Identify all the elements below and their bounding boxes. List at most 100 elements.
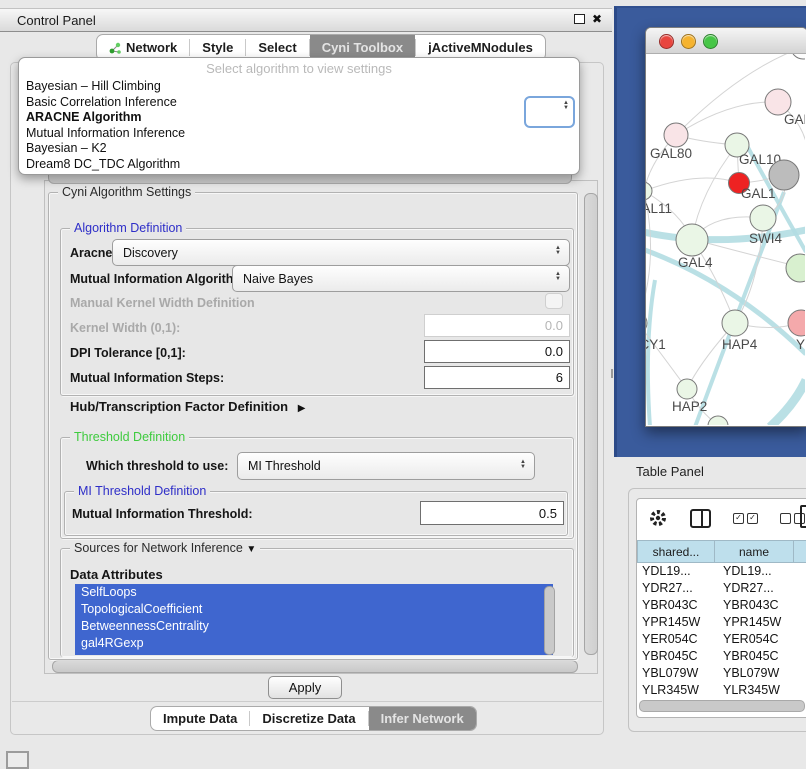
hub-section-toggle[interactable]: Hub/Transcription Factor Definition ▶ bbox=[70, 399, 305, 414]
dropdown-placeholder: Select algorithm to view settings bbox=[19, 58, 579, 79]
sources-toggle[interactable]: Sources for Network Inference ▼ bbox=[70, 541, 260, 555]
algorithm-option[interactable]: Mutual Information Inference bbox=[19, 126, 579, 142]
table-horizontal-scrollbar[interactable] bbox=[639, 700, 805, 712]
mi-steps-label: Mutual Information Steps: bbox=[70, 371, 224, 385]
tab-label: Select bbox=[258, 40, 296, 55]
tab-label: Infer Network bbox=[381, 711, 464, 726]
split-columns-icon[interactable] bbox=[690, 509, 711, 528]
network-node[interactable] bbox=[788, 310, 805, 336]
table-row[interactable]: YDR27...YDR27...12 bbox=[637, 580, 806, 597]
network-node[interactable] bbox=[750, 205, 776, 231]
gear-icon[interactable] bbox=[648, 508, 668, 528]
tab-label: Cyni Toolbox bbox=[322, 40, 403, 55]
table-cell: YLR345W bbox=[637, 682, 718, 699]
algorithm-option[interactable]: ARACNE Algorithm bbox=[19, 110, 579, 126]
table-row[interactable]: YPR145WYPR145W9. bbox=[637, 614, 806, 631]
vertical-scrollbar[interactable] bbox=[584, 193, 598, 655]
select-all-columns-icon[interactable]: ✓ ✓ bbox=[733, 513, 758, 524]
algorithm-option[interactable]: Bayesian – K2 bbox=[19, 141, 579, 157]
combo-stepper-icon: ▲▼ bbox=[555, 246, 561, 256]
table-cell: 8. bbox=[801, 631, 806, 648]
expanded-arrow-icon: ▼ bbox=[246, 544, 256, 555]
mi-steps-field[interactable] bbox=[424, 366, 570, 389]
combo-stepper-icon: ▲▼ bbox=[555, 272, 561, 282]
dock-icon[interactable] bbox=[6, 751, 29, 769]
network-node[interactable] bbox=[786, 254, 805, 282]
tab-discretize-data[interactable]: Discretize Data bbox=[250, 707, 367, 730]
float-panel-icon[interactable] bbox=[574, 14, 585, 24]
document-icon[interactable] bbox=[800, 505, 806, 528]
network-edge[interactable] bbox=[646, 322, 687, 389]
close-window-icon[interactable] bbox=[659, 34, 674, 49]
node-label: GAL11 bbox=[646, 201, 672, 216]
table-cell: YDL19... bbox=[718, 563, 801, 580]
network-node[interactable] bbox=[646, 312, 647, 334]
column-header[interactable] bbox=[794, 540, 806, 563]
table-cell: YBR045C bbox=[718, 648, 801, 665]
kernel-width-field[interactable] bbox=[424, 314, 570, 337]
table-row[interactable]: YBR045CYBR045C9. bbox=[637, 648, 806, 665]
table-cell bbox=[801, 665, 806, 682]
network-node[interactable] bbox=[676, 224, 708, 256]
network-node[interactable] bbox=[722, 310, 748, 336]
network-node[interactable] bbox=[646, 182, 652, 200]
tab-infer-network[interactable]: Infer Network bbox=[369, 707, 476, 730]
table-cell: YPR145W bbox=[637, 614, 718, 631]
table-cell: YDR27... bbox=[718, 580, 801, 597]
table-row[interactable]: YER054CYER054C8. bbox=[637, 631, 806, 648]
dpi-tolerance-field[interactable] bbox=[424, 340, 570, 363]
collapsed-arrow-icon: ▶ bbox=[298, 403, 306, 414]
manual-kernel-checkbox[interactable] bbox=[545, 293, 563, 309]
network-node[interactable] bbox=[677, 379, 697, 399]
table-row[interactable]: YLR345WYLR345W9. bbox=[637, 682, 806, 699]
network-node[interactable] bbox=[664, 123, 688, 147]
network-node[interactable] bbox=[791, 54, 805, 59]
aracne-mode-value: Discovery bbox=[123, 246, 569, 260]
attribute-item[interactable]: SelfLoops bbox=[75, 584, 553, 601]
close-panel-icon[interactable]: ✖ bbox=[592, 13, 602, 25]
column-header[interactable]: shared... bbox=[637, 540, 715, 563]
table-cell: YBL079W bbox=[718, 665, 801, 682]
algorithm-option[interactable]: Dream8 DC_TDC Algorithm bbox=[19, 157, 579, 173]
attribute-item[interactable]: TopologicalCoefficient bbox=[75, 601, 553, 618]
mi-threshold-field[interactable] bbox=[420, 501, 564, 525]
node-label: HAP2 bbox=[672, 399, 707, 414]
algorithm-combo-fragment[interactable]: ▲▼ bbox=[524, 96, 575, 128]
column-header[interactable]: name bbox=[715, 540, 794, 563]
network-window-titlebar[interactable] bbox=[646, 28, 806, 54]
control-panel-titlebar: Control Panel ✖ bbox=[0, 8, 612, 32]
attribute-item[interactable]: gal4RGexp bbox=[75, 635, 553, 652]
zoom-window-icon[interactable] bbox=[703, 34, 718, 49]
mi-type-combo[interactable]: Naive Bayes ▲▼ bbox=[232, 265, 570, 292]
network-edge[interactable] bbox=[770, 380, 805, 425]
network-canvas[interactable]: GALGAL80GAL10GAL1GAL11GAL4SWI4GCY1HAP4YH… bbox=[646, 54, 805, 425]
algorithm-dropdown: Select algorithm to view settings Bayesi… bbox=[18, 57, 580, 175]
network-window[interactable]: GALGAL80GAL10GAL1GAL11GAL4SWI4GCY1HAP4YH… bbox=[645, 27, 806, 427]
node-label: GCY1 bbox=[646, 337, 666, 352]
algorithm-option[interactable]: Basic Correlation Inference bbox=[19, 95, 579, 111]
data-attributes-list[interactable]: SelfLoopsTopologicalCoefficientBetweenne… bbox=[75, 584, 553, 655]
table-row[interactable]: YDL19...YDL19...13 bbox=[637, 563, 806, 580]
table-cell: YPR145W bbox=[718, 614, 801, 631]
which-threshold-combo[interactable]: MI Threshold ▲▼ bbox=[237, 452, 535, 480]
apply-button[interactable]: Apply bbox=[268, 676, 342, 699]
minimize-window-icon[interactable] bbox=[681, 34, 696, 49]
attributes-scrollbar[interactable] bbox=[544, 586, 555, 655]
network-edge[interactable] bbox=[648, 280, 655, 425]
tab-label: jActiveMNodules bbox=[428, 40, 533, 55]
network-edge[interactable] bbox=[646, 178, 739, 191]
aracne-mode-combo[interactable]: Discovery ▲▼ bbox=[112, 239, 570, 266]
panel-divider bbox=[12, 701, 602, 702]
network-edge[interactable] bbox=[692, 145, 737, 239]
horizontal-scrollbar[interactable] bbox=[52, 660, 578, 673]
network-node[interactable] bbox=[708, 416, 728, 425]
tab-impute-data[interactable]: Impute Data bbox=[151, 707, 249, 730]
table-cell: YDR27... bbox=[637, 580, 718, 597]
algorithm-option[interactable]: Bayesian – Hill Climbing bbox=[19, 79, 579, 95]
attribute-item[interactable]: BetweennessCentrality bbox=[75, 618, 553, 635]
network-edge[interactable] bbox=[676, 102, 778, 135]
network-icon bbox=[109, 42, 121, 54]
table-row[interactable]: YBR043CYBR043C bbox=[637, 597, 806, 614]
node-label: HAP4 bbox=[722, 337, 758, 352]
table-row[interactable]: YBL079WYBL079W bbox=[637, 665, 806, 682]
